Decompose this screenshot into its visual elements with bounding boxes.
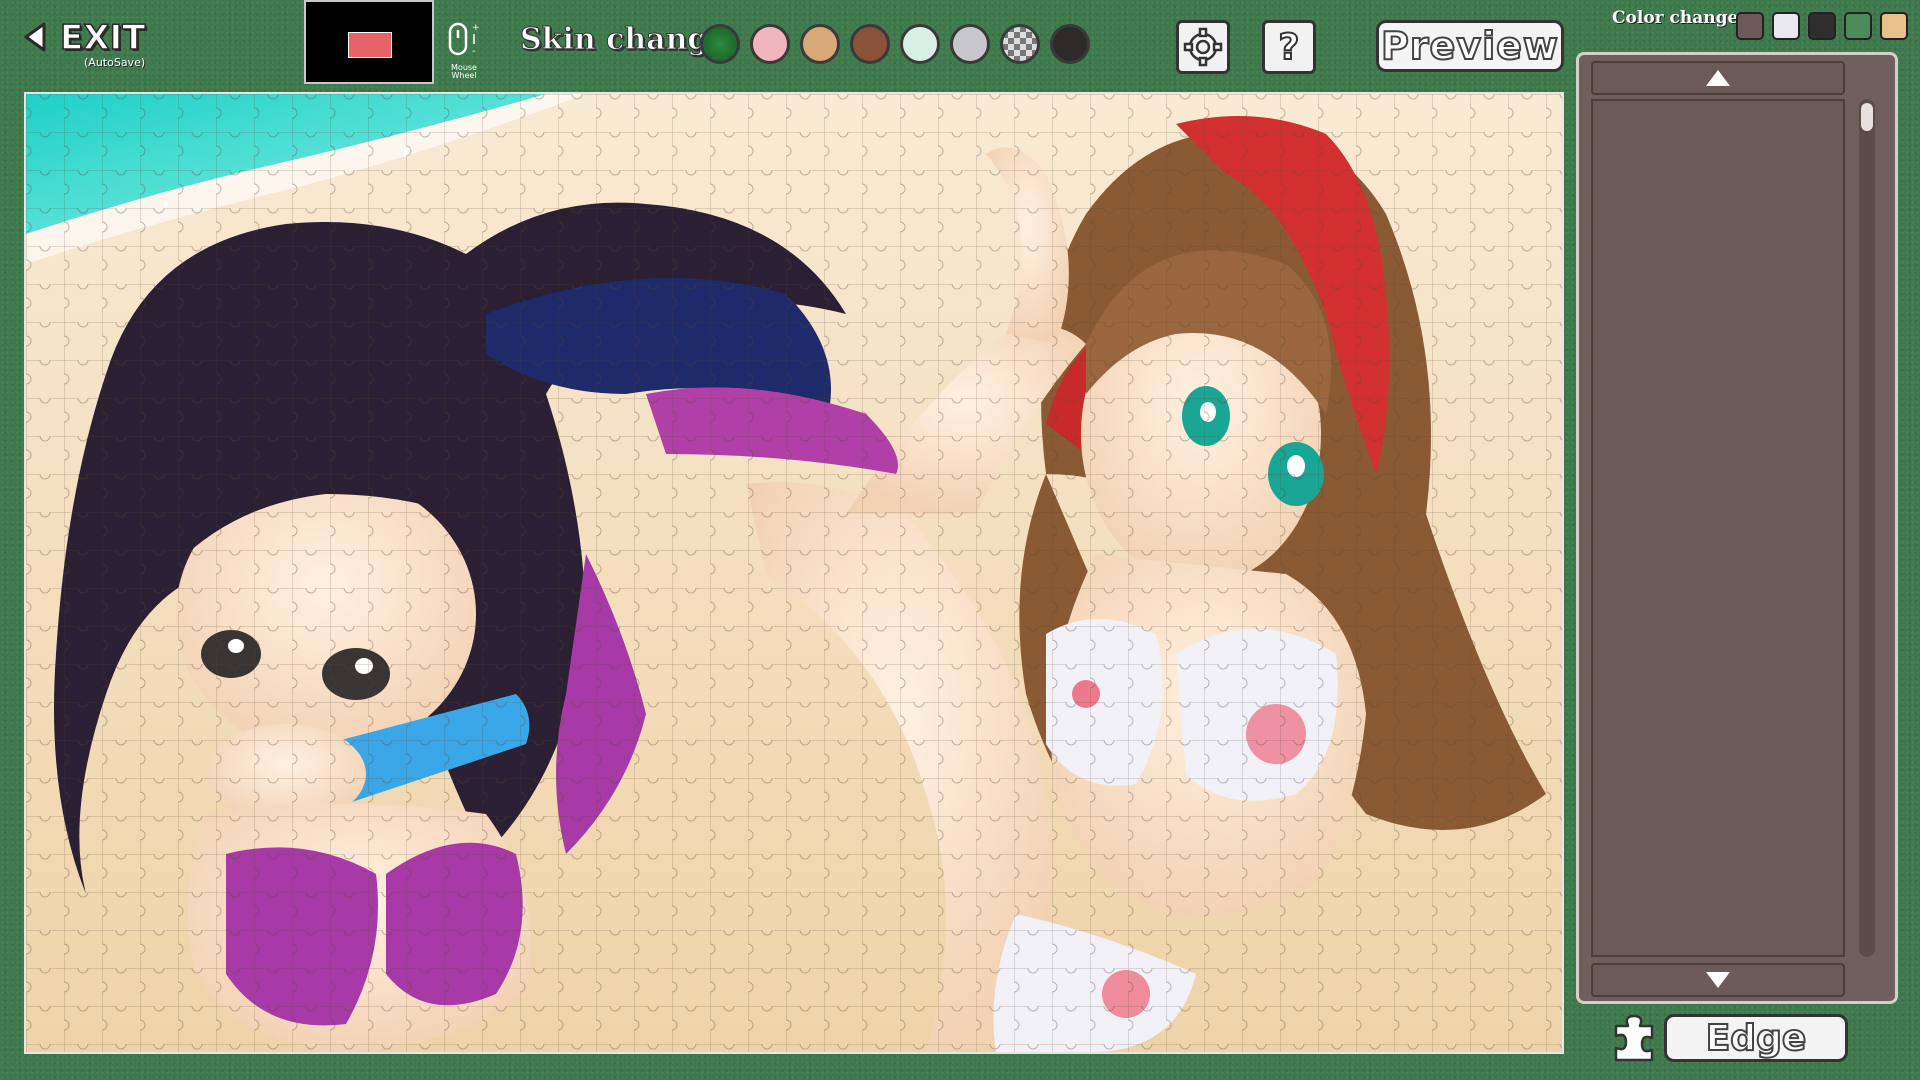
exit-label: EXIT bbox=[59, 17, 146, 59]
color-swatch-5[interactable] bbox=[1880, 12, 1908, 40]
skin-swatch-silver[interactable] bbox=[950, 24, 990, 64]
help-icon: ? bbox=[1278, 26, 1301, 69]
scroll-down-button[interactable] bbox=[1591, 963, 1845, 997]
color-swatch-1[interactable] bbox=[1736, 12, 1764, 40]
mouse-wheel-icon: + - bbox=[448, 22, 480, 57]
skin-swatch-mint[interactable] bbox=[900, 24, 940, 64]
mouse-wheel-hint: + - Mouse Wheel bbox=[446, 20, 482, 80]
scroll-up-button[interactable] bbox=[1591, 61, 1845, 95]
zoom-navigator[interactable] bbox=[304, 0, 434, 84]
skin-swatch-brown[interactable] bbox=[850, 24, 890, 64]
panel-scrollbar[interactable] bbox=[1859, 99, 1875, 957]
color-swatch-4[interactable] bbox=[1844, 12, 1872, 40]
skin-swatch-dark[interactable] bbox=[1050, 24, 1090, 64]
autosave-note: (AutoSave) bbox=[84, 56, 146, 69]
skin-swatch-pink[interactable] bbox=[750, 24, 790, 64]
skin-swatch-green-felt[interactable] bbox=[700, 24, 740, 64]
skin-swatch-checker[interactable] bbox=[1000, 24, 1040, 64]
triangle-down-icon bbox=[1706, 972, 1730, 988]
piece-tray[interactable] bbox=[1591, 99, 1845, 957]
help-button[interactable]: ? bbox=[1262, 20, 1316, 74]
puzzle-board[interactable] bbox=[24, 92, 1564, 1054]
edge-label: Edge bbox=[1705, 1017, 1808, 1060]
piece-panel bbox=[1576, 52, 1898, 1004]
svg-text:-: - bbox=[472, 46, 476, 57]
scrollbar-thumb[interactable] bbox=[1861, 103, 1873, 131]
color-swatch-2[interactable] bbox=[1772, 12, 1800, 40]
color-swatch-3[interactable] bbox=[1808, 12, 1836, 40]
gear-icon bbox=[1183, 27, 1223, 67]
mouse-wheel-label: Mouse Wheel bbox=[451, 63, 477, 80]
preview-button[interactable]: Preview bbox=[1376, 20, 1564, 72]
color-change-label: Color change bbox=[1612, 8, 1739, 28]
svg-text:+: + bbox=[472, 23, 480, 33]
skin-change-label: Skin change bbox=[520, 22, 728, 58]
skin-swatch-tan[interactable] bbox=[800, 24, 840, 64]
edge-button[interactable]: Edge bbox=[1664, 1014, 1848, 1062]
back-arrow-icon bbox=[24, 22, 46, 52]
preview-label: Preview bbox=[1380, 23, 1560, 69]
settings-button[interactable] bbox=[1176, 20, 1230, 74]
triangle-up-icon bbox=[1706, 70, 1730, 86]
puzzle-piece-icon bbox=[1614, 1014, 1654, 1062]
viewport-indicator[interactable] bbox=[348, 32, 392, 58]
puzzle-artwork bbox=[26, 94, 1562, 1052]
exit-button[interactable]: EXIT (AutoSave) bbox=[22, 16, 162, 72]
